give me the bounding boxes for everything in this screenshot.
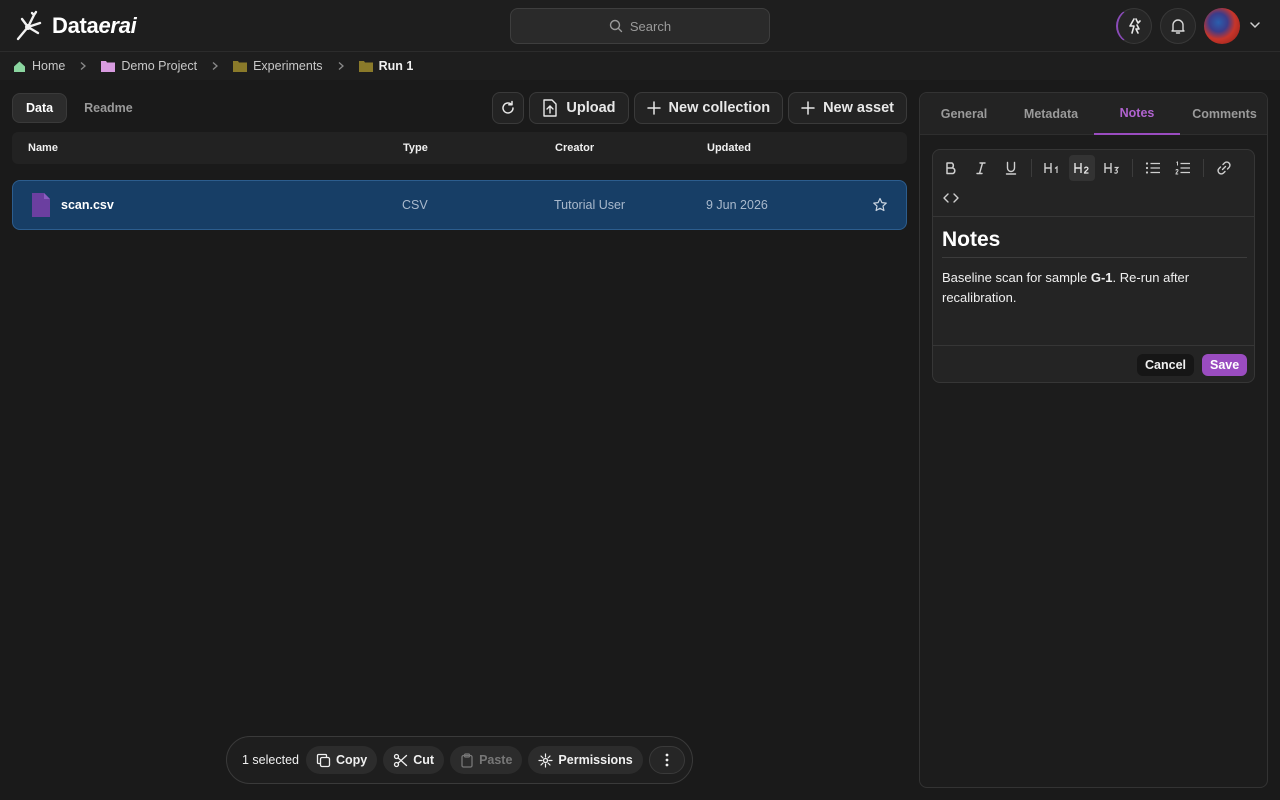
- tab-general[interactable]: General: [920, 93, 1008, 135]
- folder-icon: [101, 61, 116, 72]
- copy-button[interactable]: Copy: [305, 746, 378, 774]
- notes-heading[interactable]: Notes: [942, 228, 1000, 252]
- cut-button[interactable]: Cut: [383, 746, 445, 774]
- asset-toolbar: Upload New collection New asset: [492, 92, 907, 124]
- plus-icon: [801, 101, 815, 115]
- app-logo[interactable]: Dataerai: [14, 8, 137, 44]
- star-icon[interactable]: [872, 197, 888, 213]
- permissions-icon: [538, 752, 554, 768]
- toolbar-divider: [1132, 159, 1133, 177]
- copy-icon: [316, 753, 331, 767]
- code-icon[interactable]: [938, 185, 964, 211]
- toolbar-divider: [1203, 159, 1204, 177]
- h2-icon[interactable]: [1069, 155, 1095, 181]
- link-icon[interactable]: [1211, 155, 1237, 181]
- user-avatar[interactable]: [1204, 8, 1240, 44]
- selection-count: 1 selected: [242, 753, 299, 767]
- search-icon: [609, 19, 623, 33]
- permissions-button[interactable]: Permissions: [528, 746, 643, 774]
- cancel-button[interactable]: Cancel: [1137, 354, 1194, 376]
- tab-notes[interactable]: Notes: [1094, 93, 1180, 135]
- table-header: Name Type Creator Updated: [12, 132, 907, 164]
- underline-icon[interactable]: [998, 155, 1024, 181]
- top-header: Dataerai Search: [0, 0, 1280, 52]
- numbered-list-icon[interactable]: [1170, 155, 1196, 181]
- italic-icon[interactable]: [968, 155, 994, 181]
- more-vertical-icon: [665, 753, 669, 767]
- new-asset-button[interactable]: New asset: [788, 92, 907, 124]
- file-creator: Tutorial User: [554, 198, 626, 212]
- h1-icon[interactable]: [1039, 155, 1065, 181]
- upload-icon: [543, 99, 558, 117]
- toolbar-divider: [1031, 159, 1032, 177]
- bold-icon[interactable]: [938, 155, 964, 181]
- heading-rule: [942, 257, 1247, 258]
- folder-icon: [233, 61, 248, 72]
- new-collection-button[interactable]: New collection: [633, 92, 784, 124]
- save-button[interactable]: Save: [1202, 354, 1248, 376]
- breadcrumb-experiments[interactable]: Experiments: [233, 59, 323, 73]
- chevron-down-icon[interactable]: [1248, 18, 1262, 32]
- breadcrumb-home[interactable]: Home: [13, 59, 65, 73]
- file-updated: 9 Jun 2026: [706, 198, 768, 212]
- plus-icon: [646, 101, 661, 115]
- h3-icon[interactable]: [1099, 155, 1125, 181]
- column-header-creator[interactable]: Creator: [555, 142, 594, 154]
- file-name: scan.csv: [61, 198, 114, 212]
- tab-comments[interactable]: Comments: [1180, 93, 1267, 135]
- activity-icon: [1128, 18, 1141, 34]
- notes-body[interactable]: Baseline scan for sample G-1. Re-run aft…: [942, 268, 1242, 308]
- paste-button[interactable]: Paste: [450, 746, 523, 774]
- search-placeholder: Search: [629, 18, 672, 34]
- folder-icon: [358, 61, 373, 72]
- logo-text: Dataerai: [52, 13, 137, 38]
- details-tabs: General Metadata Notes Comments: [920, 93, 1267, 135]
- column-header-type[interactable]: Type: [403, 142, 428, 154]
- breadcrumb: Home Demo Project Experiments Run 1: [0, 52, 1280, 80]
- upload-button[interactable]: Upload: [529, 92, 629, 124]
- home-icon: [14, 61, 25, 72]
- breadcrumb-run-1[interactable]: Run 1: [358, 59, 413, 73]
- tab-data[interactable]: Data: [12, 93, 68, 123]
- details-panel: General Metadata Notes Comments Notes Ba…: [919, 92, 1268, 788]
- editor-divider: [933, 216, 1254, 217]
- activity-button[interactable]: [1116, 8, 1152, 44]
- tab-metadata[interactable]: Metadata: [1008, 93, 1094, 135]
- search-input[interactable]: Search: [510, 8, 770, 44]
- tab-readme[interactable]: Readme: [71, 93, 146, 123]
- more-actions-button[interactable]: [648, 746, 685, 774]
- file-type: CSV: [402, 198, 428, 212]
- column-header-updated[interactable]: Updated: [707, 142, 751, 154]
- scissors-icon: [394, 753, 408, 767]
- bullet-list-icon[interactable]: [1140, 155, 1166, 181]
- logo-icon: [16, 10, 42, 41]
- clipboard-icon: [461, 752, 473, 768]
- notifications-button[interactable]: [1160, 8, 1196, 44]
- selection-bar: 1 selected Copy Cut Paste Permissions: [226, 736, 693, 784]
- refresh-button[interactable]: [492, 92, 525, 124]
- column-header-name[interactable]: Name: [28, 142, 58, 154]
- refresh-icon: [502, 100, 515, 114]
- chevron-right-icon: [336, 61, 346, 71]
- chevron-right-icon: [210, 61, 220, 71]
- breadcrumb-demo-project[interactable]: Demo Project: [101, 59, 197, 73]
- table-row[interactable]: scan.csv CSV Tutorial User 9 Jun 2026: [12, 180, 907, 230]
- notes-editor: Notes Baseline scan for sample G-1. Re-r…: [932, 149, 1255, 383]
- bell-icon: [1171, 19, 1185, 34]
- chevron-right-icon: [78, 61, 88, 71]
- editor-footer: Cancel Save: [933, 345, 1254, 383]
- file-icon: [32, 193, 50, 217]
- view-tabs: Data Readme: [12, 93, 146, 123]
